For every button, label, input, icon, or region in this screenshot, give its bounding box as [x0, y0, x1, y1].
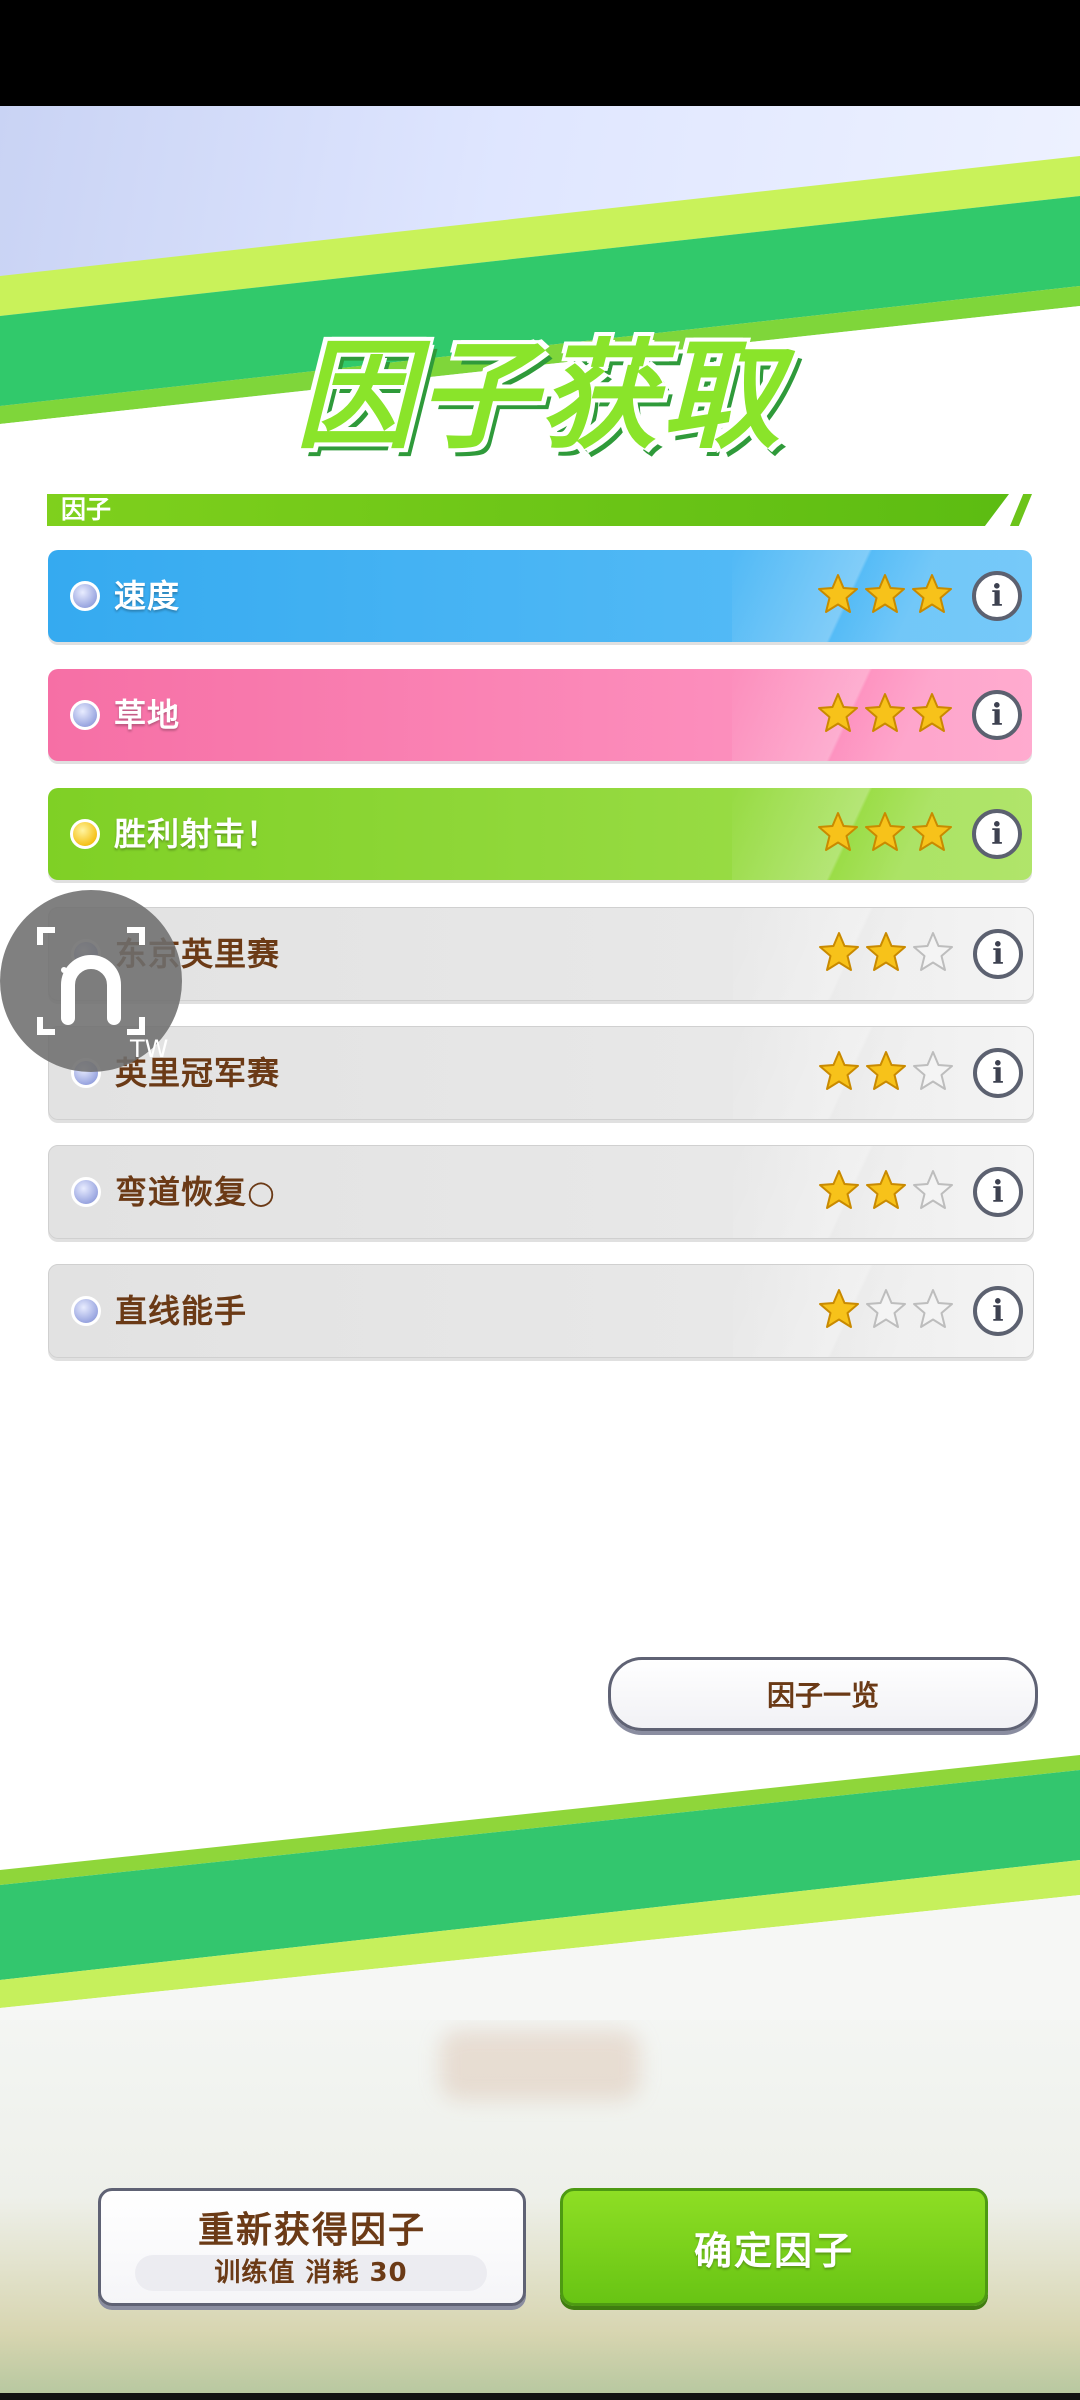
info-icon[interactable]: i	[973, 1167, 1023, 1217]
reacquire-cost: 训练值 消耗 30	[135, 2255, 487, 2291]
factor-row[interactable]: 草地 i	[48, 669, 1032, 761]
factor-stars	[816, 691, 954, 739]
star-filled-icon	[819, 1289, 859, 1328]
factor-name: 速度	[114, 577, 181, 615]
info-icon[interactable]: i	[973, 1286, 1023, 1336]
factor-row[interactable]: 英里冠军赛 i	[48, 1026, 1034, 1120]
factor-name: 直线能手	[115, 1292, 248, 1330]
silver-orb-icon	[70, 581, 100, 611]
info-icon[interactable]: i	[973, 1048, 1023, 1098]
star-filled-icon	[818, 574, 858, 613]
factor-stars	[816, 810, 954, 858]
section-label: 因子	[61, 495, 112, 524]
info-icon[interactable]: i	[972, 809, 1022, 859]
star-empty-icon	[913, 1289, 953, 1328]
reacquire-factor-button[interactable]: 重新获得因子 训练值 消耗 30	[98, 2188, 526, 2306]
confirm-factor-button[interactable]: 确定因子	[560, 2188, 988, 2306]
factor-row[interactable]: 东京英里赛 i	[48, 907, 1034, 1001]
star-filled-icon	[865, 812, 905, 851]
silver-orb-icon	[71, 1296, 101, 1326]
star-filled-icon	[865, 574, 905, 613]
silver-orb-icon	[70, 700, 100, 730]
navigation-bar	[0, 2393, 1080, 2400]
star-filled-icon	[866, 932, 906, 971]
star-filled-icon	[865, 693, 905, 732]
overlay-badge: TW	[130, 1035, 169, 1063]
factor-name: 草地	[114, 696, 181, 734]
bottom-decorative-stripes	[0, 1755, 1080, 2020]
star-empty-icon	[913, 1170, 953, 1209]
star-filled-icon	[819, 1051, 859, 1090]
info-icon[interactable]: i	[973, 929, 1023, 979]
reacquire-label: 重新获得因子	[197, 2210, 426, 2251]
star-filled-icon	[912, 812, 952, 851]
factor-row[interactable]: 直线能手 i	[48, 1264, 1034, 1358]
star-filled-icon	[912, 693, 952, 732]
star-empty-icon	[913, 932, 953, 971]
factor-name: 胜利射击！	[114, 815, 280, 853]
star-empty-icon	[913, 1051, 953, 1090]
star-filled-icon	[818, 693, 858, 732]
info-icon[interactable]: i	[972, 690, 1022, 740]
star-filled-icon	[866, 1170, 906, 1209]
blurred-background-text	[440, 2030, 640, 2100]
section-header-factors: 因子	[47, 491, 1032, 529]
status-bar	[0, 0, 1080, 106]
factor-row[interactable]: 速度 i	[48, 550, 1032, 642]
factor-row[interactable]: 胜利射击！ i	[48, 788, 1032, 880]
star-filled-icon	[912, 574, 952, 613]
factor-row[interactable]: 弯道恢复○ i	[48, 1145, 1034, 1239]
gold-orb-icon	[70, 819, 100, 849]
factor-stars	[817, 1287, 955, 1335]
factor-stars	[817, 1168, 955, 1216]
factor-stars	[817, 1049, 955, 1097]
factor-list-button[interactable]: 因子一览	[608, 1657, 1038, 1731]
factor-stars	[817, 930, 955, 978]
silver-orb-icon	[71, 1177, 101, 1207]
floating-assistant-button[interactable]: TW	[0, 890, 182, 1072]
page-title: 因子获取	[295, 327, 784, 465]
star-empty-icon	[866, 1289, 906, 1328]
star-filled-icon	[818, 812, 858, 851]
info-icon[interactable]: i	[972, 571, 1022, 621]
factor-stars	[816, 572, 954, 620]
factor-name: 弯道恢复○	[115, 1173, 276, 1211]
star-filled-icon	[866, 1051, 906, 1090]
star-filled-icon	[819, 1170, 859, 1209]
star-filled-icon	[819, 932, 859, 971]
